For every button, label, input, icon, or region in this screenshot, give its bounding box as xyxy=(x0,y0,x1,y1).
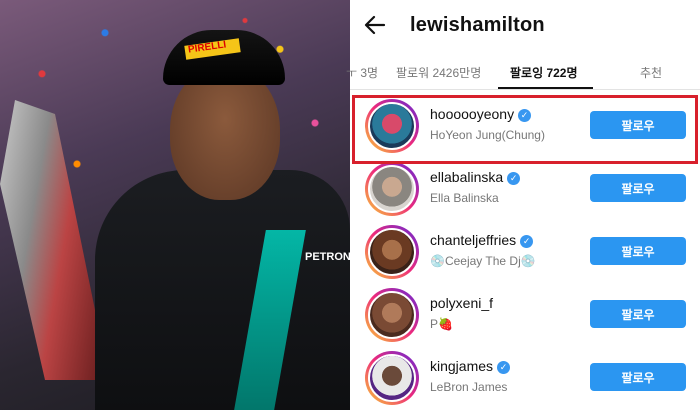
list-item[interactable]: polyxeni_f P🍓 팔로우 xyxy=(350,284,700,346)
list-item-username[interactable]: kingjames ✓ xyxy=(430,358,511,374)
list-item[interactable]: chanteljeffries ✓ 💿Ceejay The Dj💿 팔로우 xyxy=(350,221,700,283)
following-panel: lewishamilton ㅜ 3명 팔로워 2426만명 팔로잉 722명 추… xyxy=(346,0,700,410)
back-arrow-icon[interactable] xyxy=(362,12,388,38)
trophy xyxy=(0,100,100,380)
list-item-username[interactable]: ellabalinska ✓ xyxy=(430,169,521,185)
verified-badge-icon: ✓ xyxy=(507,172,521,185)
active-tab-indicator xyxy=(498,87,593,89)
list-item-fullname: LeBron James xyxy=(430,380,508,394)
profile-username: lewishamilton xyxy=(410,14,545,36)
list-item-fullname: Ella Balinska xyxy=(430,191,499,205)
list-item[interactable]: ellabalinska ✓ Ella Balinska 팔로우 xyxy=(350,158,700,220)
avatar[interactable] xyxy=(365,162,419,216)
follow-button[interactable]: 팔로우 xyxy=(590,363,686,391)
suit-sponsor-text: PETRONAS xyxy=(305,251,350,263)
list-item[interactable]: kingjames ✓ LeBron James 팔로우 xyxy=(350,347,700,409)
list-item-username[interactable]: polyxeni_f xyxy=(430,295,493,311)
follow-button[interactable]: 팔로우 xyxy=(590,237,686,265)
avatar[interactable] xyxy=(365,99,419,153)
tab-posts[interactable]: ㅜ 3명 xyxy=(346,64,378,81)
top-bar: lewishamilton xyxy=(350,0,700,55)
follow-button[interactable]: 팔로우 xyxy=(590,300,686,328)
cap xyxy=(163,30,285,85)
avatar[interactable] xyxy=(365,351,419,405)
follow-button[interactable]: 팔로우 xyxy=(590,111,686,139)
tab-followers[interactable]: 팔로워 2426만명 xyxy=(396,64,481,81)
verified-badge-icon: ✓ xyxy=(520,235,534,248)
list-item[interactable]: hoooooyeony ✓ HoYeon Jung(Chung) 팔로우 xyxy=(350,95,700,157)
list-item-fullname: HoYeon Jung(Chung) xyxy=(430,128,545,142)
list-item-username[interactable]: hoooooyeony ✓ xyxy=(430,106,532,122)
list-item-fullname: P🍓 xyxy=(430,317,453,331)
verified-badge-icon: ✓ xyxy=(518,109,532,122)
list-item-fullname: 💿Ceejay The Dj💿 xyxy=(430,254,536,268)
verified-badge-icon: ✓ xyxy=(497,361,511,374)
avatar[interactable] xyxy=(365,288,419,342)
list-item-username[interactable]: chanteljeffries ✓ xyxy=(430,232,534,248)
hamilton-photo: PIRELLI PETRONAS xyxy=(0,0,350,410)
tab-suggested[interactable]: 추천 xyxy=(640,64,662,81)
tab-following[interactable]: 팔로잉 722명 xyxy=(510,64,578,81)
avatar[interactable] xyxy=(365,225,419,279)
follow-button[interactable]: 팔로우 xyxy=(590,174,686,202)
face xyxy=(170,65,280,200)
tab-bar: ㅜ 3명 팔로워 2426만명 팔로잉 722명 추천 xyxy=(346,55,700,90)
